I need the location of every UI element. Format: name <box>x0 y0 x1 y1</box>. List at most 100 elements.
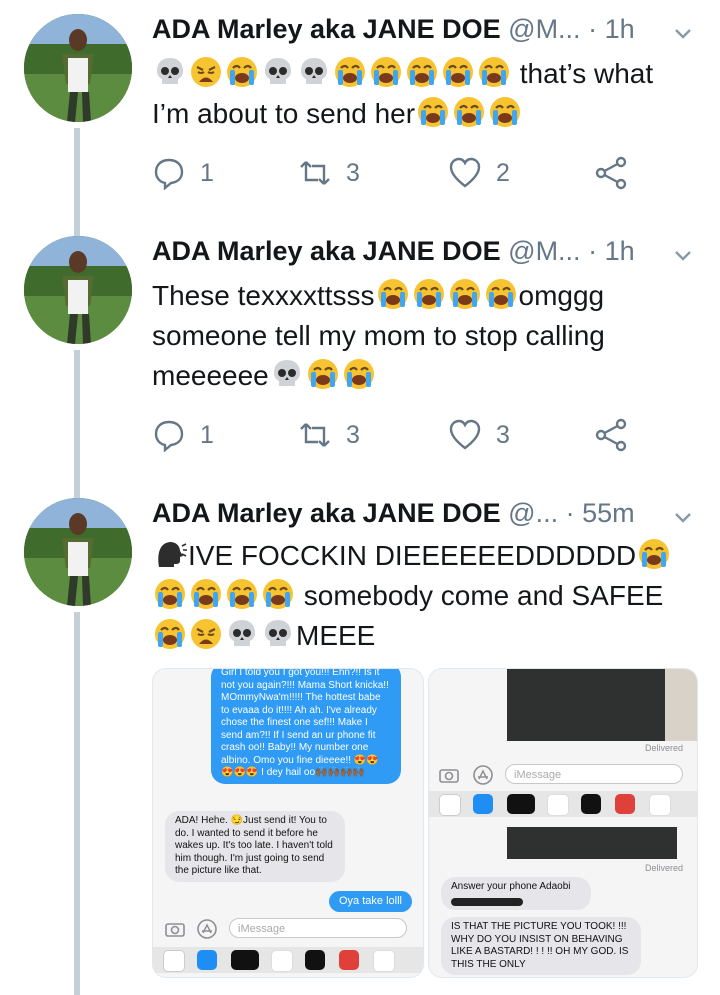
timestamp[interactable]: 1h <box>605 236 635 266</box>
retweet-count: 3 <box>346 158 360 187</box>
thread-line <box>74 484 80 498</box>
like-icon <box>449 157 481 188</box>
message-text: Answer your phone Adaobi <box>451 881 571 892</box>
app-drawer <box>429 791 697 817</box>
google-app-icon[interactable] <box>373 950 395 972</box>
tweet-text: These texxxxttsss omggg someone tell my m… <box>152 276 680 396</box>
tweet-text: IVE FOCCKIN DIEEEEEEDDDDDD somebody come… <box>152 536 680 656</box>
crying-emoji <box>333 55 367 89</box>
media-image-right[interactable]: Delivered iMessage Delivered Answer your… <box>428 668 698 978</box>
app-store-app-icon[interactable] <box>197 950 217 970</box>
crying-emoji <box>637 537 671 571</box>
skull-emoji <box>270 357 304 391</box>
camera-icon[interactable] <box>439 767 459 783</box>
heart-app-icon[interactable] <box>581 794 601 814</box>
avatar[interactable] <box>24 498 132 606</box>
app-store-icon[interactable] <box>197 919 217 939</box>
chevron-down-icon[interactable] <box>672 244 694 266</box>
media-image-left[interactable]: Girl I told you I got you!!! Ehn?!! Is i… <box>152 668 424 978</box>
crying-emoji <box>189 577 223 611</box>
imessage-input[interactable]: iMessage <box>229 918 407 938</box>
crying-emoji <box>376 277 410 311</box>
avatar[interactable] <box>24 14 132 122</box>
crying-emoji <box>261 577 295 611</box>
chevron-down-icon[interactable] <box>672 22 694 44</box>
music-app-icon[interactable] <box>547 794 569 816</box>
apple-pay-icon[interactable] <box>507 794 535 814</box>
crying-emoji <box>342 357 376 391</box>
chevron-down-icon[interactable] <box>672 506 694 528</box>
photos-app-icon[interactable] <box>163 950 185 972</box>
reply-button[interactable]: 1 <box>152 418 214 452</box>
share-icon <box>595 156 627 190</box>
reply-icon <box>154 420 184 452</box>
like-button[interactable]: 2 <box>448 156 510 190</box>
heart-app-icon[interactable] <box>305 950 325 970</box>
skull-emoji <box>261 55 295 89</box>
tweet-text: that’s what I’m about to send her <box>152 54 680 134</box>
crying-emoji <box>306 357 340 391</box>
imessage-bar: iMessage <box>153 917 423 941</box>
imessage-input[interactable]: iMessage <box>505 764 683 784</box>
skull-emoji <box>261 617 295 651</box>
crying-emoji <box>441 55 475 89</box>
search-app-icon[interactable] <box>339 950 359 970</box>
photos-app-icon[interactable] <box>439 794 461 816</box>
tweet-2[interactable]: ADA Marley aka JANE DOE @M... · 1h These… <box>0 222 720 500</box>
music-app-icon[interactable] <box>271 950 293 972</box>
crying-emoji <box>416 95 450 129</box>
message-bubble-received: Answer your phone Adaobi <box>441 877 591 910</box>
retweet-icon <box>300 161 330 185</box>
like-icon <box>449 419 481 450</box>
message-bubble-received: ADA! Hehe. 😏Just send it! You to do. I w… <box>165 811 345 882</box>
redacted-bar <box>451 897 523 906</box>
camera-icon[interactable] <box>165 921 185 937</box>
reply-count: 1 <box>200 158 214 187</box>
crying-emoji <box>225 577 259 611</box>
photo-thumbnail <box>507 669 677 741</box>
retweet-button[interactable]: 3 <box>298 418 360 452</box>
crying-emoji <box>412 277 446 311</box>
google-app-icon[interactable] <box>649 794 671 816</box>
imessage-bar: iMessage <box>429 763 697 787</box>
apple-pay-icon[interactable] <box>231 950 259 970</box>
display-name[interactable]: ADA Marley aka JANE DOE <box>152 236 501 266</box>
app-store-icon[interactable] <box>473 765 493 785</box>
crying-emoji <box>369 55 403 89</box>
username[interactable]: @M... <box>508 14 580 44</box>
skull-emoji <box>153 55 187 89</box>
tweet-text-part: someone tell my mom to stop calling <box>152 320 605 351</box>
delivered-label: Delivered <box>644 743 683 753</box>
thread-line <box>74 350 80 500</box>
delivered-label: Delivered <box>644 863 683 873</box>
avatar[interactable] <box>24 236 132 344</box>
username[interactable]: @... <box>508 498 558 528</box>
username[interactable]: @M... <box>508 236 580 266</box>
speaking-head-emoji <box>153 537 187 571</box>
separator: · <box>565 498 575 528</box>
tweet-text-part: somebody come and SAFEE <box>303 580 664 611</box>
crying-emoji <box>477 55 511 89</box>
search-app-icon[interactable] <box>615 794 635 814</box>
tweet-text-part: omggg <box>518 280 605 311</box>
tweet-header: ADA Marley aka JANE DOE @M... · 1h <box>152 14 635 45</box>
display-name[interactable]: ADA Marley aka JANE DOE <box>152 498 501 528</box>
share-button[interactable] <box>594 418 642 452</box>
display-name[interactable]: ADA Marley aka JANE DOE <box>152 14 501 44</box>
retweet-button[interactable]: 3 <box>298 156 360 190</box>
app-store-app-icon[interactable] <box>473 794 493 814</box>
tweet-text-part: I’m about to send her <box>152 98 416 129</box>
share-button[interactable] <box>594 156 642 190</box>
thread-line <box>74 612 80 995</box>
timestamp[interactable]: 1h <box>605 14 635 44</box>
separator: · <box>588 14 598 44</box>
timestamp[interactable]: 55m <box>582 498 635 528</box>
reply-button[interactable]: 1 <box>152 156 214 190</box>
retweet-icon <box>300 423 330 447</box>
skull-emoji <box>225 617 259 651</box>
tweet-text-part: These texxxxttsss <box>152 280 375 311</box>
like-count: 3 <box>496 420 510 449</box>
crying-emoji <box>484 277 518 311</box>
tweet-1[interactable]: ADA Marley aka JANE DOE @M... · 1h that’… <box>0 0 720 228</box>
like-button[interactable]: 3 <box>448 418 510 452</box>
